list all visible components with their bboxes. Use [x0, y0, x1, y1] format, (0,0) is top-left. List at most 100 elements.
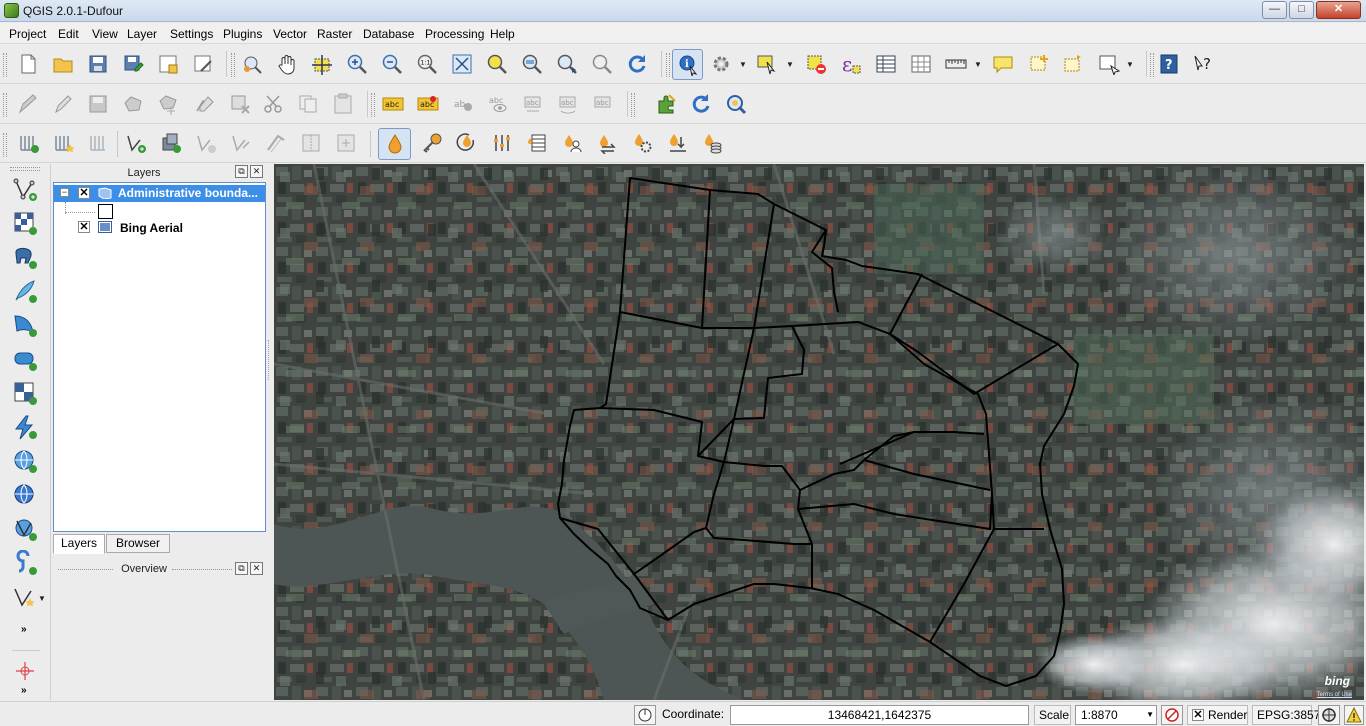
layer-visibility-checkbox[interactable]: ✕: [78, 187, 90, 199]
select-features-button[interactable]: [753, 50, 781, 78]
add-oracle-layer-button[interactable]: [10, 344, 40, 374]
add-mssql-layer-button[interactable]: [10, 310, 40, 340]
add-ring-button[interactable]: [157, 129, 185, 157]
tab-browser[interactable]: Browser: [106, 534, 170, 553]
paste-features-button[interactable]: [329, 90, 357, 118]
add-grid-star-button[interactable]: [50, 129, 78, 157]
node-tool-button[interactable]: [191, 90, 219, 118]
field-calculator-button[interactable]: [907, 50, 935, 78]
crs-settings-button[interactable]: [1318, 705, 1340, 725]
zoom-out-button[interactable]: [378, 50, 406, 78]
messages-button[interactable]: [1344, 705, 1364, 725]
layer-visibility-checkbox[interactable]: ✕: [78, 221, 90, 233]
zoom-full-button[interactable]: [448, 50, 476, 78]
touch-zoom-button[interactable]: [238, 50, 266, 78]
whats-this-button[interactable]: ?: [1190, 50, 1218, 78]
zoom-in-button[interactable]: [343, 50, 371, 78]
gps-key-button[interactable]: [418, 129, 446, 157]
offset-curve-button[interactable]: [262, 129, 290, 157]
add-delimited-text-layer-button[interactable]: [10, 412, 40, 442]
chevron-down-icon[interactable]: ▼: [739, 60, 747, 69]
crs-status-button[interactable]: EPSG:3857: [1252, 705, 1320, 725]
terms-of-use-link[interactable]: Terms of Use: [1317, 692, 1352, 698]
render-checkbox[interactable]: ✕: [1192, 709, 1204, 721]
add-gps-layer-button[interactable]: [10, 548, 40, 578]
tab-layers[interactable]: Layers: [53, 534, 105, 554]
zoom-native-resolution-button[interactable]: 1:1: [413, 50, 441, 78]
gps-download-button[interactable]: [663, 129, 691, 157]
menu-plugins[interactable]: Plugins: [223, 27, 262, 41]
save-layer-edits-button[interactable]: [84, 90, 112, 118]
new-project-button[interactable]: [14, 50, 42, 78]
menu-settings[interactable]: Settings: [170, 27, 213, 41]
close-panel-button[interactable]: ✕: [250, 165, 263, 178]
menu-database[interactable]: Database: [363, 27, 414, 41]
layer-row-bing-aerial[interactable]: ✕ Bing Aerial: [54, 219, 265, 236]
toolbar-grip[interactable]: [3, 133, 7, 157]
menu-help[interactable]: Help: [490, 27, 515, 41]
save-as-button[interactable]: [119, 50, 147, 78]
splitter-handle[interactable]: [268, 340, 271, 380]
current-edits-button[interactable]: [14, 90, 42, 118]
text-annotation-button[interactable]: [1095, 50, 1123, 78]
toolbar-grip[interactable]: [666, 53, 670, 77]
chevron-down-icon[interactable]: ▼: [786, 60, 794, 69]
menu-processing[interactable]: Processing: [425, 27, 484, 41]
split-features-button[interactable]: [297, 129, 325, 157]
identify-features-button[interactable]: i: [672, 49, 703, 80]
gps-settings-button[interactable]: [488, 129, 516, 157]
pan-map-button[interactable]: [273, 50, 301, 78]
chevron-down-icon[interactable]: ▼: [974, 60, 982, 69]
gps-transfer-button[interactable]: [593, 129, 621, 157]
gps-table-button[interactable]: [523, 129, 551, 157]
maximize-button[interactable]: □: [1289, 1, 1314, 19]
run-feature-action-button[interactable]: [707, 50, 735, 78]
layer-labeling-button[interactable]: abc: [379, 90, 407, 118]
menu-view[interactable]: View: [92, 27, 118, 41]
add-raster-layer-button[interactable]: [10, 208, 40, 238]
measure-line-button[interactable]: [942, 50, 970, 78]
add-wcs-layer-button[interactable]: [10, 446, 40, 476]
float-overview-button[interactable]: ⧉: [235, 562, 248, 575]
zoom-next-button[interactable]: [588, 50, 616, 78]
menu-vector[interactable]: Vector: [273, 27, 307, 41]
delete-selected-button[interactable]: [226, 90, 254, 118]
gps-layers-button[interactable]: [698, 129, 726, 157]
grid-tool-button[interactable]: [85, 129, 113, 157]
coordinate-field[interactable]: 13468421,1642375: [730, 705, 1029, 725]
add-spatialite-layer-button[interactable]: [10, 276, 40, 306]
zoom-to-selection-button[interactable]: [483, 50, 511, 78]
cut-features-button[interactable]: [260, 90, 288, 118]
composer-manager-button[interactable]: [189, 50, 217, 78]
gps-tool-button[interactable]: [378, 128, 411, 160]
layer-row-administrative-boundaries[interactable]: − ✕ Administrative bounda...: [54, 185, 265, 202]
crosshair-tool-button[interactable]: [10, 656, 40, 686]
new-print-composer-button[interactable]: [154, 50, 182, 78]
move-label-button[interactable]: abc: [519, 90, 547, 118]
map-tips-button[interactable]: [989, 50, 1017, 78]
panel-grip[interactable]: [172, 569, 232, 570]
add-wms-layer-button[interactable]: [10, 378, 40, 408]
new-bookmark-button[interactable]: [1025, 50, 1053, 78]
new-shapefile-layer-button[interactable]: [10, 582, 40, 612]
menu-edit[interactable]: Edit: [58, 27, 79, 41]
toggle-editing-button[interactable]: [49, 90, 77, 118]
add-raster-grid-button[interactable]: [15, 129, 43, 157]
gps-user-button[interactable]: [558, 129, 586, 157]
stop-render-button[interactable]: [1161, 705, 1183, 725]
add-part-button[interactable]: [192, 129, 220, 157]
plugin-installer-button[interactable]: [652, 90, 680, 118]
minimize-button[interactable]: —: [1262, 1, 1287, 19]
zoom-to-layer-button[interactable]: [518, 50, 546, 78]
deselect-features-button[interactable]: [802, 50, 830, 78]
chevron-down-icon[interactable]: ▼: [1126, 60, 1134, 69]
copy-features-button[interactable]: [294, 90, 322, 118]
scale-combobox[interactable]: 1:8870 ▼: [1075, 705, 1157, 725]
save-project-button[interactable]: [84, 50, 112, 78]
render-checkbox-control[interactable]: ✕ Render: [1187, 705, 1248, 725]
zoom-last-button[interactable]: [553, 50, 581, 78]
reshape-features-button[interactable]: [227, 129, 255, 157]
add-vector-layer-button[interactable]: [10, 174, 40, 204]
toolbar-grip[interactable]: [231, 53, 235, 77]
add-feature-button[interactable]: [119, 90, 147, 118]
